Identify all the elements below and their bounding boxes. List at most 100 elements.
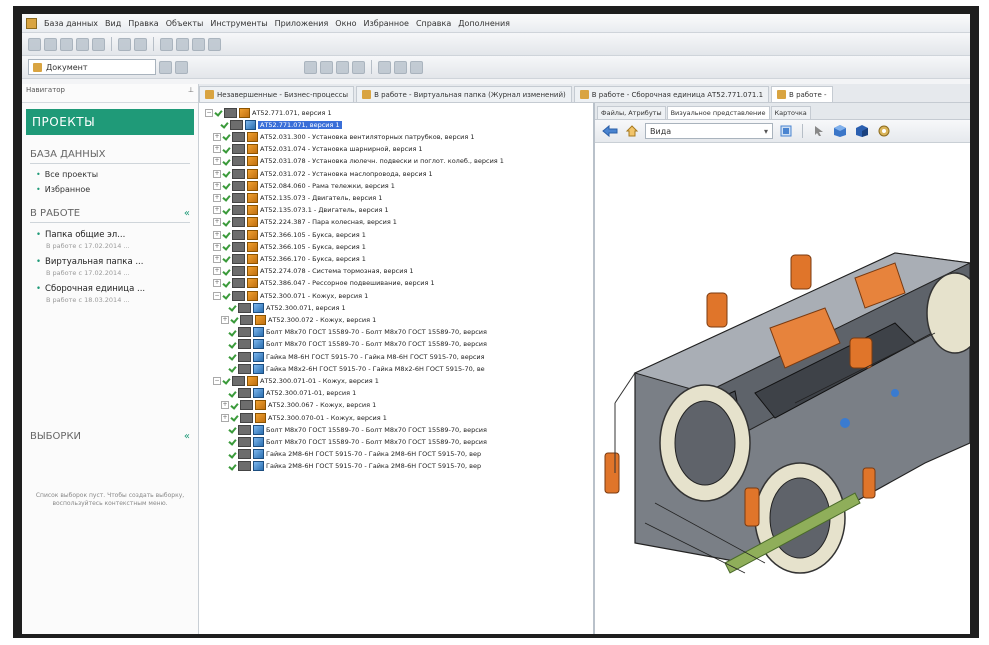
link-favorites[interactable]: • Избранное (36, 185, 198, 194)
properties-icon[interactable] (160, 37, 173, 51)
tree-row[interactable]: Гайка 2М8-6Н ГОСТ 5915-70 - Гайка 2М8-6Н… (221, 461, 481, 472)
expand-toggle-icon[interactable]: + (213, 145, 221, 154)
link-icon[interactable] (176, 37, 189, 51)
expand-toggle-icon[interactable]: − (213, 376, 221, 385)
in-work-section[interactable]: В РАБОТЕ « (30, 208, 190, 219)
menu-edit[interactable]: Правка (128, 19, 158, 28)
save-icon[interactable] (60, 37, 73, 51)
model-viewer[interactable] (595, 143, 970, 634)
fit-view-icon[interactable] (779, 124, 793, 138)
select-icon[interactable] (812, 124, 826, 138)
settings-icon[interactable] (876, 124, 892, 138)
menu-database[interactable]: База данных (44, 19, 98, 28)
menu-help[interactable]: Справка (416, 19, 451, 28)
view-combo[interactable]: Вида ▾ (645, 123, 773, 139)
home-icon[interactable] (625, 124, 639, 138)
link-all-projects[interactable]: • Все проекты (36, 170, 198, 179)
tree-row[interactable]: + АТ52.300.067 - Кожух, версия 1 (221, 400, 376, 411)
work-item[interactable]: • Сборочная единица ... В работе с 18.03.… (36, 284, 198, 304)
undo-icon[interactable] (192, 37, 205, 51)
pin-icon[interactable]: ⊥ (188, 86, 194, 100)
align-left-icon[interactable] (320, 60, 333, 74)
document-combo[interactable]: Документ (28, 59, 156, 75)
shaded-cube-icon[interactable] (854, 124, 870, 138)
tree-row[interactable]: АТ52.771.071, версия 1 (213, 119, 342, 130)
expand-toggle-icon[interactable]: + (213, 169, 221, 178)
expand-toggle-icon[interactable]: + (213, 132, 221, 141)
expand-toggle-icon[interactable]: + (221, 401, 229, 410)
tree-row[interactable]: Болт М8х70 ГОСТ 15589-70 - Болт М8х70 ГО… (221, 339, 487, 350)
tree-row[interactable]: + АТ52.224.387 - Пара колесная, версия 1 (213, 217, 397, 228)
tree-row[interactable]: Гайка М8-6Н ГОСТ 5915-70 - Гайка М8-6Н Г… (221, 351, 485, 362)
tree-row[interactable]: + АТ52.366.105 - Букса, версия 1 (213, 229, 366, 240)
format-icon[interactable] (304, 60, 317, 74)
menu-favorites[interactable]: Избранное (364, 19, 409, 28)
cube-icon[interactable] (832, 124, 848, 138)
tree-row[interactable]: Болт М8х70 ГОСТ 15589-70 - Болт М8х70 ГО… (221, 327, 487, 338)
tree-row[interactable]: Гайка М8х2-6Н ГОСТ 5915-70 - Гайка М8х2-… (221, 363, 485, 374)
database-section[interactable]: БАЗА ДАННЫХ (30, 149, 190, 160)
collapse-icon[interactable]: « (184, 208, 190, 219)
expand-toggle-icon[interactable]: + (221, 413, 229, 422)
work-item[interactable]: • Папка общие эл... В работе с 17.02.2014… (36, 230, 198, 250)
tree-row[interactable]: + АТ52.135.073 - Двигатель, версия 1 (213, 192, 382, 203)
open-icon[interactable] (44, 37, 57, 51)
menu-objects[interactable]: Объекты (166, 19, 204, 28)
tab-assembly[interactable]: В работе - Сборочная единица АТ52.771.07… (573, 86, 770, 102)
tree-row[interactable]: АТ52.300.071, версия 1 (221, 302, 346, 313)
align-center-icon[interactable] (336, 60, 349, 74)
filter-icon[interactable] (394, 60, 407, 74)
expand-toggle-icon[interactable]: + (213, 242, 221, 251)
expand-toggle-icon[interactable]: + (213, 218, 221, 227)
tree-row[interactable]: − АТ52.771.071, версия 1 (205, 107, 332, 118)
expand-toggle-icon[interactable]: + (213, 181, 221, 190)
menu-addons[interactable]: Дополнения (458, 19, 510, 28)
tab-unfinished[interactable]: Незавершенные - Бизнес-процессы (199, 86, 355, 102)
expand-toggle-icon[interactable]: + (213, 157, 221, 166)
tree-row[interactable]: + АТ52.300.070-01 - Кожух, версия 1 (221, 412, 387, 423)
tree-row[interactable]: + АТ52.031.074 - Установка шарнирной, вер… (213, 144, 423, 155)
refresh-icon[interactable] (76, 37, 89, 51)
export-icon[interactable] (410, 60, 423, 74)
tree-row[interactable]: − АТ52.300.071-01 - Кожух, версия 1 (213, 375, 379, 386)
expand-toggle-icon[interactable]: + (213, 206, 221, 215)
selections-section[interactable]: ВЫБОРКИ « (30, 431, 190, 442)
menu-apps[interactable]: Приложения (275, 19, 329, 28)
menu-window[interactable]: Окно (335, 19, 356, 28)
tree-row[interactable]: + АТ52.135.073.1 - Двигатель, версия 1 (213, 205, 389, 216)
work-item[interactable]: • Виртуальная папка ... В работе с 17.02.… (36, 257, 198, 277)
tab-in-work-active[interactable]: В работе - (771, 86, 833, 102)
tab-card[interactable]: Карточка (770, 106, 811, 119)
tree-row[interactable]: + АТ52.084.060 - Рама тележки, версия 1 (213, 180, 395, 191)
expand-toggle-icon[interactable]: + (213, 279, 221, 288)
tree-row[interactable]: + АТ52.366.105 - Букса, версия 1 (213, 241, 366, 252)
tree-row[interactable]: + АТ52.366.170 - Букса, версия 1 (213, 253, 366, 264)
expand-toggle-icon[interactable]: + (221, 315, 229, 324)
cut-icon[interactable] (92, 37, 105, 51)
tree-row[interactable]: + АТ52.386.047 - Рессорное подвешивание, … (213, 278, 435, 289)
tree-row[interactable]: + АТ52.300.072 - Кожух, версия 1 (221, 314, 376, 325)
expand-toggle-icon[interactable]: + (213, 267, 221, 276)
menu-view[interactable]: Вид (105, 19, 121, 28)
tree-row[interactable]: + АТ52.274.078 - Система тормозная, верси… (213, 266, 414, 277)
tab-visual[interactable]: Визуальное представление (666, 106, 770, 119)
collapse-icon[interactable]: « (184, 431, 190, 442)
projects-button[interactable]: ПРОЕКТЫ (26, 109, 194, 135)
tree-row[interactable]: Болт М8х70 ГОСТ 15589-70 - Болт М8х70 ГО… (221, 424, 487, 435)
expand-toggle-icon[interactable]: − (205, 108, 213, 117)
align-right-icon[interactable] (352, 60, 365, 74)
back-arrow-icon[interactable] (601, 124, 619, 138)
expand-toggle-icon[interactable]: − (213, 291, 221, 300)
new-icon[interactable] (28, 37, 41, 51)
tab-files-attributes[interactable]: Файлы, Атрибуты (597, 106, 666, 119)
tree-row[interactable]: АТ52.300.071-01, версия 1 (221, 388, 356, 399)
expand-toggle-icon[interactable]: + (213, 193, 221, 202)
tab-virtual-folder[interactable]: В работе - Виртуальная папка (Журнал изм… (356, 86, 572, 102)
redo-icon[interactable] (208, 37, 221, 51)
tree-row[interactable]: + АТ52.031.300 - Установка вентиляторных … (213, 131, 475, 142)
document-action-icon[interactable] (175, 60, 188, 74)
tree-row[interactable]: + АТ52.031.072 - Установка маслопровода, … (213, 168, 433, 179)
tree-row[interactable]: Болт М8х70 ГОСТ 15589-70 - Болт М8х70 ГО… (221, 436, 487, 447)
grid-icon[interactable] (378, 60, 391, 74)
menu-tools[interactable]: Инструменты (210, 19, 267, 28)
